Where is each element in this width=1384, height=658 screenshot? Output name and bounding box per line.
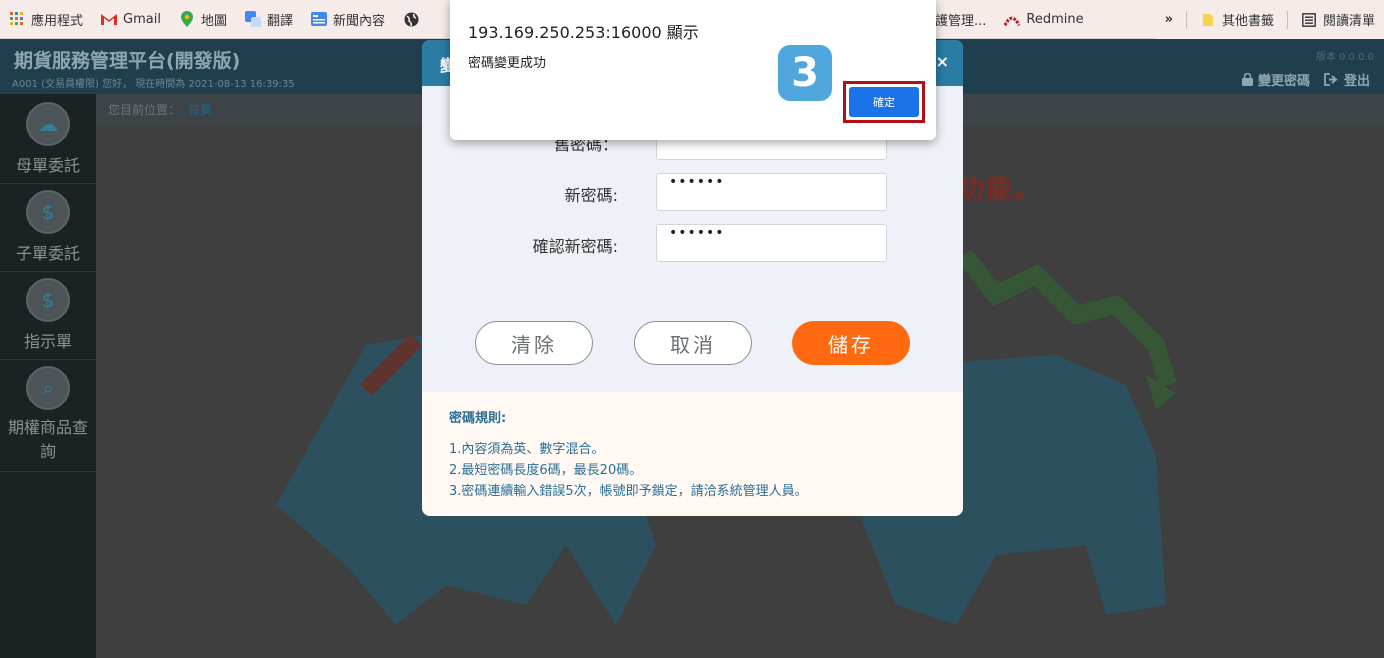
alert-message: 密碼變更成功 xyxy=(468,56,547,71)
sidebar: ☁ 母單委託 $ 子單委託 $ 指示單 ⌕ 期權商品查詢 xyxy=(0,94,96,658)
user-status: A001 (交易員權限) 您好， 現在時間為 2021-08-13 16:39:… xyxy=(12,79,295,90)
dollar-bulb-icon: $ xyxy=(26,278,70,322)
clear-button[interactable]: 清除 xyxy=(475,321,593,365)
header-actions: 變更密碼 登出 xyxy=(1241,70,1370,89)
lock-icon xyxy=(1241,73,1253,86)
reading-list-button[interactable]: 閱讀清單 xyxy=(1292,10,1384,29)
new-password-row: 新密碼: •••••• xyxy=(422,173,963,211)
translate-icon xyxy=(244,11,261,27)
bookmark-label: 新聞內容 xyxy=(332,13,385,29)
bookmark-label: Gmail xyxy=(123,11,161,27)
breadcrumb-current[interactable]: 首頁 xyxy=(188,101,212,118)
rule-line: 3.密碼連續輸入錯誤5次，帳號即予鎖定，請洽系統管理人員。 xyxy=(449,484,808,499)
bookmark-label: 閱讀清單 xyxy=(1322,14,1375,29)
logout-label: 登出 xyxy=(1343,74,1370,89)
change-password-label: 變更密碼 xyxy=(1257,74,1310,89)
apps-grid-icon xyxy=(9,11,25,27)
breadcrumb-prefix: 您目前位置： xyxy=(108,103,181,117)
sidebar-item-label: 指示單 xyxy=(23,332,72,351)
bookmark-label: 其他書籤 xyxy=(1221,14,1274,29)
alert-origin: 193.169.250.253:16000 顯示 xyxy=(468,23,699,42)
divider xyxy=(1185,10,1187,29)
bookmark-news[interactable]: 新聞內容 xyxy=(302,10,394,29)
password-rules: 密碼規則: 1.內容須為英、數字混合。 2.最短密碼長度6碼，最長20碼。 3.… xyxy=(422,392,963,516)
sidebar-item-instruction[interactable]: $ 指示單 xyxy=(0,278,96,360)
hand-coin-icon: $ xyxy=(26,190,70,234)
bookmarks-more-button[interactable]: » xyxy=(1156,12,1182,27)
bookmark-apps[interactable]: 應用程式 xyxy=(0,10,92,29)
redmine-icon xyxy=(1004,12,1021,28)
step-number-badge: 3 xyxy=(778,45,832,101)
new-password-input[interactable]: •••••• xyxy=(656,173,887,211)
rule-line: 1.內容須為英、數字混合。 xyxy=(449,442,605,457)
sidebar-item-product-search[interactable]: ⌕ 期權商品查詢 xyxy=(0,366,96,472)
bookmark-globe[interactable] xyxy=(394,11,428,27)
background-text: 功能。 xyxy=(958,175,1043,205)
bookmark-label: 護管理... xyxy=(935,14,987,29)
divider xyxy=(1286,10,1288,29)
confirm-password-row: 確認新密碼: •••••• xyxy=(422,224,963,262)
rules-title: 密碼規則: xyxy=(449,411,507,426)
confirm-password-label: 確認新密碼: xyxy=(532,237,618,256)
gmail-icon xyxy=(101,11,118,27)
cloud-money-icon: ☁ xyxy=(26,102,70,146)
change-password-link[interactable]: 變更密碼 xyxy=(1241,70,1310,89)
browser-alert-dialog: 193.169.250.253:16000 顯示 密碼變更成功 3 確定 xyxy=(450,0,936,140)
rule-line: 2.最短密碼長度6碼，最長20碼。 xyxy=(449,463,643,478)
save-button[interactable]: 儲存 xyxy=(792,321,910,365)
maps-pin-icon xyxy=(179,11,195,27)
sidebar-item-label: 子單委託 xyxy=(15,244,80,263)
cancel-button[interactable]: 取消 xyxy=(634,321,752,365)
folder-icon xyxy=(1200,12,1216,28)
bookmark-gmail[interactable]: Gmail xyxy=(92,11,170,27)
bookmark-label: Redmine xyxy=(1026,12,1084,27)
sidebar-item-child-order[interactable]: $ 子單委託 xyxy=(0,190,96,272)
new-password-label: 新密碼: xyxy=(564,186,618,205)
bookmark-label: 翻譯 xyxy=(266,13,293,29)
search-magnifier-icon: ⌕ xyxy=(26,366,70,410)
close-icon[interactable]: × xyxy=(936,52,949,71)
other-bookmarks-folder[interactable]: 其他書籤 xyxy=(1191,10,1283,29)
reading-list-icon xyxy=(1301,12,1317,28)
sidebar-item-label: 母單委託 xyxy=(15,156,80,175)
app-title: 期貨服務管理平台(開發版) xyxy=(14,50,241,72)
bookmark-label: 地圖 xyxy=(200,13,227,29)
more-chevron-icon: » xyxy=(1164,12,1173,27)
sidebar-item-label: 期權商品查詢 xyxy=(7,418,88,461)
confirm-password-input[interactable]: •••••• xyxy=(656,224,887,262)
bookmark-label: 應用程式 xyxy=(31,13,84,29)
ok-button[interactable]: 確定 xyxy=(849,87,919,117)
globe-icon xyxy=(403,11,419,27)
logout-link[interactable]: 登出 xyxy=(1324,70,1370,89)
highlight-box: 確定 xyxy=(843,81,925,123)
bookmark-maps[interactable]: 地圖 xyxy=(170,10,236,29)
news-icon xyxy=(310,11,327,27)
sidebar-item-parent-order[interactable]: ☁ 母單委託 xyxy=(0,102,96,184)
logout-icon xyxy=(1324,73,1338,86)
bookmark-maintenance[interactable]: 護管理... xyxy=(926,10,995,29)
version-label: 版本 0.0.0.0 xyxy=(1315,52,1374,63)
bookmark-redmine[interactable]: Redmine xyxy=(995,12,1092,28)
bookmark-translate[interactable]: 翻譯 xyxy=(236,10,302,29)
